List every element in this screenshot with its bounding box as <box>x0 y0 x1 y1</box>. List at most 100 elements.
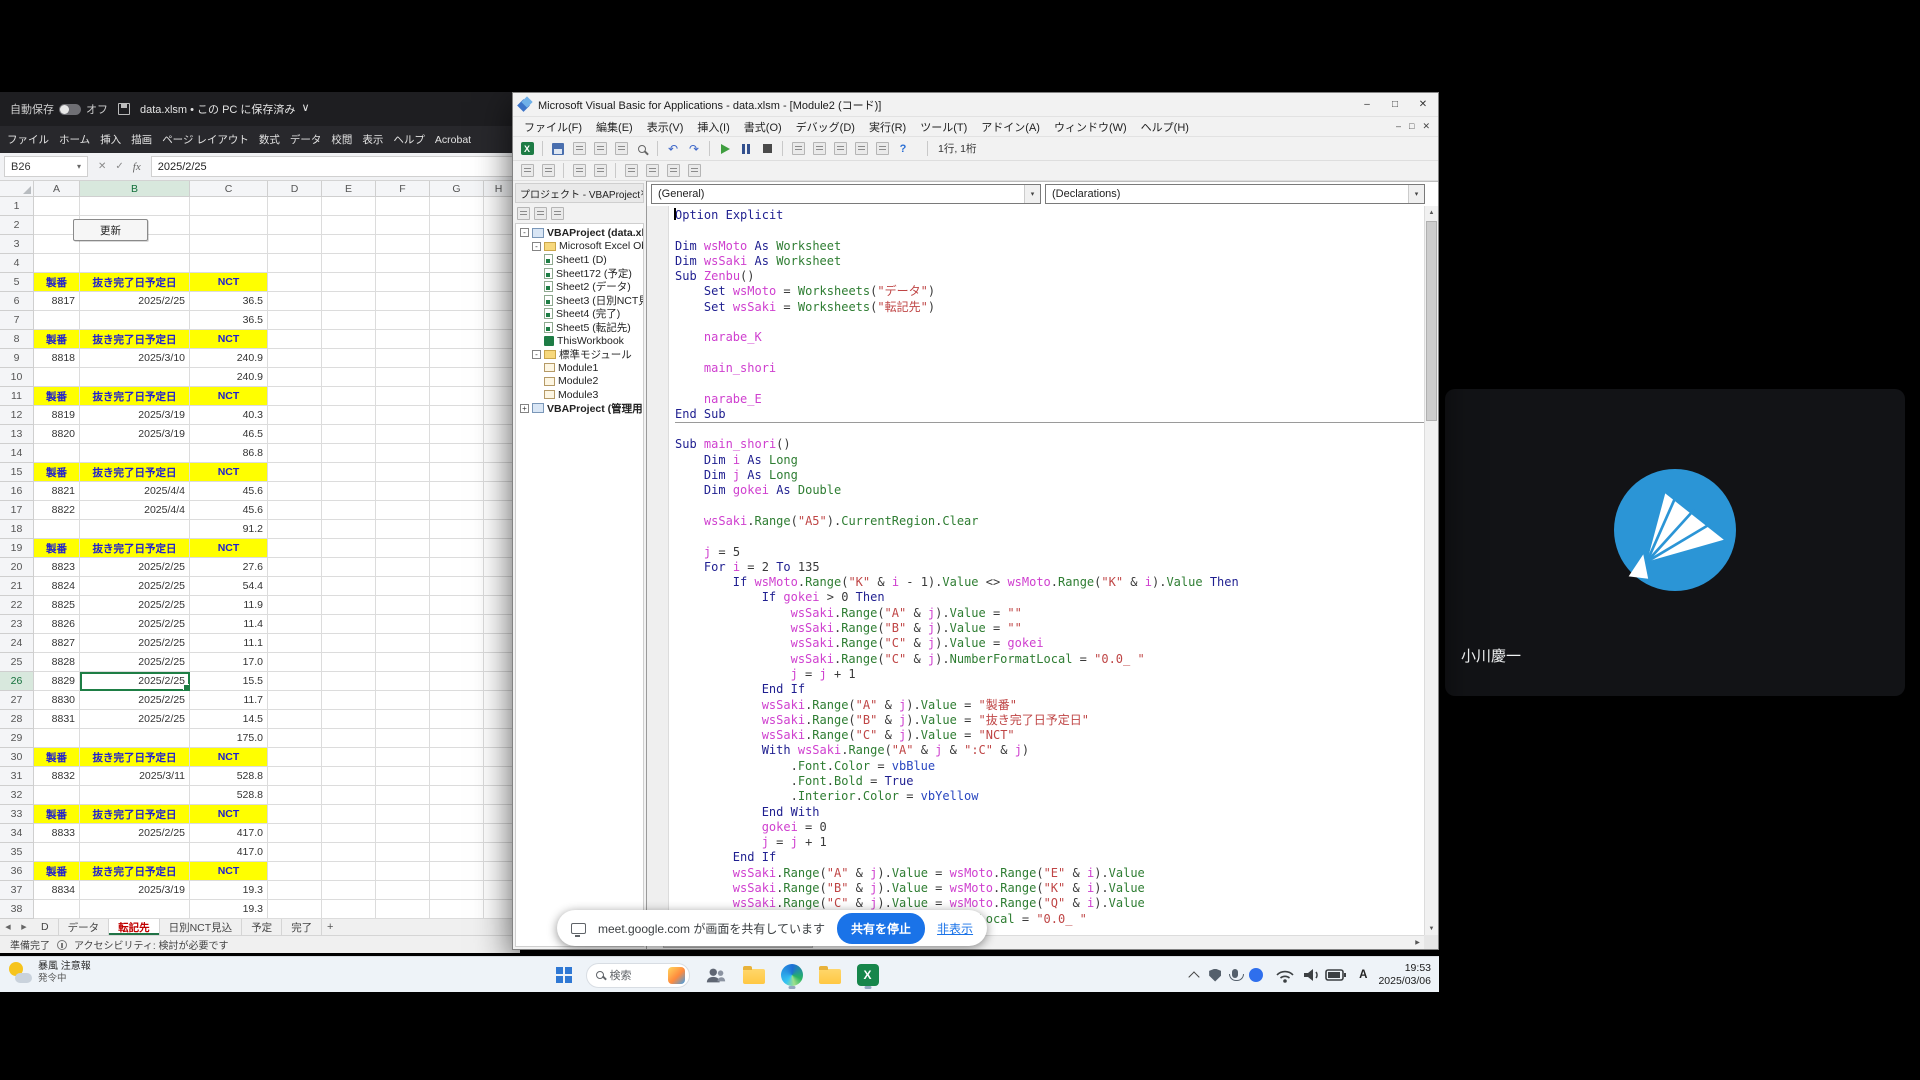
cell-E29[interactable] <box>322 729 376 748</box>
cell-G16[interactable] <box>430 482 484 501</box>
toggle-folders-button[interactable] <box>551 207 564 220</box>
project-tree-item-11[interactable]: Module1 <box>516 361 643 375</box>
cell-A33[interactable]: 製番 <box>34 805 80 824</box>
design-mode-button[interactable] <box>789 140 807 158</box>
row-header-18[interactable]: 18 <box>0 520 34 539</box>
cell-E24[interactable] <box>322 634 376 653</box>
code-line-4[interactable]: Dim wsSaki As Worksheet <box>675 254 1424 269</box>
indent-button[interactable] <box>570 162 588 180</box>
run-button[interactable] <box>716 140 734 158</box>
ribbon-tab-2[interactable]: ホーム <box>54 132 95 147</box>
column-header-H[interactable]: H <box>484 181 514 197</box>
cell-E37[interactable] <box>322 881 376 900</box>
cell-G36[interactable] <box>430 862 484 881</box>
cell-C26[interactable]: 15.5 <box>190 672 268 691</box>
code-line-21[interactable]: wsSaki.Range("A5").CurrentRegion.Clear <box>675 514 1424 529</box>
cell-H32[interactable] <box>484 786 514 805</box>
cell-G32[interactable] <box>430 786 484 805</box>
cell-F15[interactable] <box>376 463 430 482</box>
cell-E27[interactable] <box>322 691 376 710</box>
cell-D23[interactable] <box>268 615 322 634</box>
code-line-22[interactable] <box>675 529 1424 544</box>
cell-C10[interactable]: 240.9 <box>190 368 268 387</box>
break-button[interactable] <box>737 140 755 158</box>
cell-G37[interactable] <box>430 881 484 900</box>
row-header-30[interactable]: 30 <box>0 748 34 767</box>
cell-A15[interactable]: 製番 <box>34 463 80 482</box>
cell-D25[interactable] <box>268 653 322 672</box>
cell-E20[interactable] <box>322 558 376 577</box>
cell-H3[interactable] <box>484 235 514 254</box>
bookmark-button[interactable] <box>685 162 703 180</box>
cell-D11[interactable] <box>268 387 322 406</box>
cell-F28[interactable] <box>376 710 430 729</box>
code-line-28[interactable]: wsSaki.Range("B" & j).Value = "" <box>675 621 1424 636</box>
outdent-button[interactable] <box>591 162 609 180</box>
cell-G26[interactable] <box>430 672 484 691</box>
row-header-8[interactable]: 8 <box>0 330 34 349</box>
cell-F10[interactable] <box>376 368 430 387</box>
cell-E30[interactable] <box>322 748 376 767</box>
child-close-button[interactable]: ✕ <box>1422 121 1430 132</box>
cell-D15[interactable] <box>268 463 322 482</box>
cell-G5[interactable] <box>430 273 484 292</box>
security-shield-icon[interactable] <box>1209 969 1221 982</box>
blue-status-icon[interactable] <box>1249 968 1263 982</box>
excel-taskbar-icon[interactable] <box>856 961 880 989</box>
cell-C30[interactable]: NCT <box>190 748 268 767</box>
cell-G14[interactable] <box>430 444 484 463</box>
cell-F6[interactable] <box>376 292 430 311</box>
cell-B17[interactable]: 2025/4/4 <box>80 501 190 520</box>
cell-E22[interactable] <box>322 596 376 615</box>
code-line-9[interactable]: narabe_K <box>675 330 1424 345</box>
column-header-C[interactable]: C <box>190 181 268 197</box>
row-header-26[interactable]: 26 <box>0 672 34 691</box>
column-header-A[interactable]: A <box>34 181 80 197</box>
cell-F13[interactable] <box>376 425 430 444</box>
cell-E36[interactable] <box>322 862 376 881</box>
cell-H37[interactable] <box>484 881 514 900</box>
cell-D14[interactable] <box>268 444 322 463</box>
cell-A22[interactable]: 8825 <box>34 596 80 615</box>
network-volume-battery-icons[interactable] <box>1274 966 1348 984</box>
cell-A19[interactable]: 製番 <box>34 539 80 558</box>
row-header-38[interactable]: 38 <box>0 900 34 919</box>
column-header-B[interactable]: B <box>80 181 190 197</box>
code-line-13[interactable]: narabe_E <box>675 392 1424 407</box>
code-line-37[interactable]: .Font.Color = vbBlue <box>675 759 1424 774</box>
row-header-5[interactable]: 5 <box>0 273 34 292</box>
row-header-31[interactable]: 31 <box>0 767 34 786</box>
cell-B22[interactable]: 2025/2/25 <box>80 596 190 615</box>
cell-C35[interactable]: 417.0 <box>190 843 268 862</box>
cell-H12[interactable] <box>484 406 514 425</box>
child-minimize-button[interactable]: – <box>1396 121 1401 132</box>
cell-A5[interactable]: 製番 <box>34 273 80 292</box>
cell-E18[interactable] <box>322 520 376 539</box>
cell-H2[interactable] <box>484 216 514 235</box>
enter-icon[interactable]: ✓ <box>115 161 123 172</box>
cell-F33[interactable] <box>376 805 430 824</box>
participant-tile[interactable]: 小川慶一 <box>1445 389 1905 696</box>
cell-E1[interactable] <box>322 197 376 216</box>
code-line-45[interactable]: wsSaki.Range("B" & j).Value = wsMoto.Ran… <box>675 881 1424 896</box>
cell-D29[interactable] <box>268 729 322 748</box>
cell-E34[interactable] <box>322 824 376 843</box>
cell-B29[interactable] <box>80 729 190 748</box>
cell-D18[interactable] <box>268 520 322 539</box>
cell-C18[interactable]: 91.2 <box>190 520 268 539</box>
cell-F35[interactable] <box>376 843 430 862</box>
cell-E25[interactable] <box>322 653 376 672</box>
row-header-35[interactable]: 35 <box>0 843 34 862</box>
child-restore-button[interactable]: □ <box>1409 121 1414 132</box>
copy-button[interactable] <box>591 140 609 158</box>
code-line-32[interactable]: End If <box>675 682 1424 697</box>
cell-C37[interactable]: 19.3 <box>190 881 268 900</box>
cell-D7[interactable] <box>268 311 322 330</box>
cell-E13[interactable] <box>322 425 376 444</box>
cell-H9[interactable] <box>484 349 514 368</box>
project-tree-item-1[interactable]: -VBAProject (data.xlsm) <box>516 226 643 240</box>
cell-H20[interactable] <box>484 558 514 577</box>
cell-H17[interactable] <box>484 501 514 520</box>
vbe-menu-5[interactable]: 書式(O) <box>737 119 789 135</box>
cell-F4[interactable] <box>376 254 430 273</box>
